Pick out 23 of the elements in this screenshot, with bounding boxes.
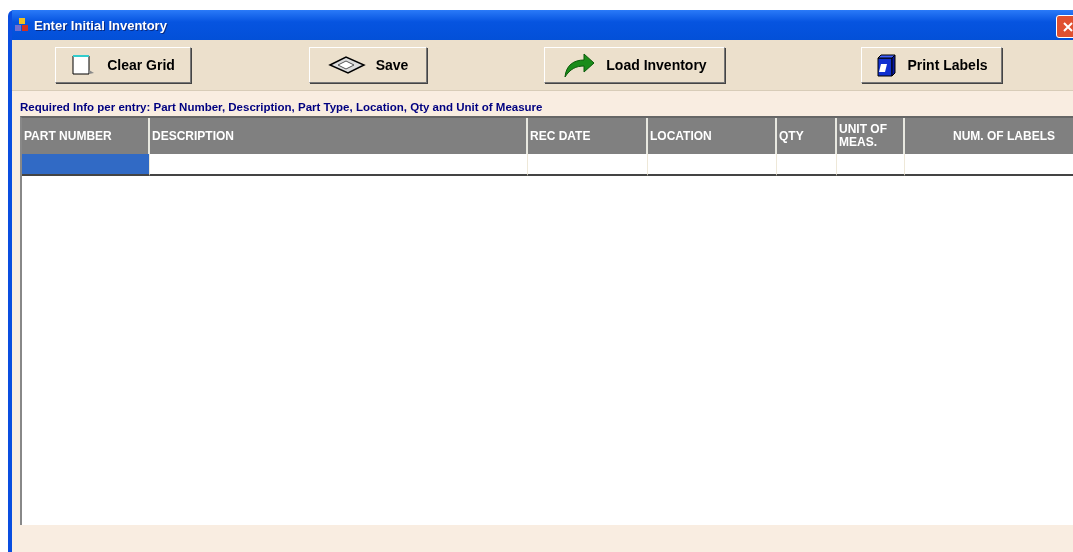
column-header[interactable]: DESCRIPTION [150,118,528,154]
close-button[interactable] [1056,15,1073,38]
grid-cell[interactable] [22,154,150,176]
close-icon [1060,19,1073,34]
curved-arrow-icon [562,51,597,79]
window-title: Enter Initial Inventory [34,17,167,33]
cubes-icon [14,17,30,33]
column-header[interactable]: LOCATION [648,118,777,154]
column-header[interactable]: NUM. OF LABELS [905,118,1073,154]
column-header[interactable]: REC DATE [528,118,648,154]
toolbar-button[interactable]: Clear Grid [55,47,191,83]
toolbar-button[interactable]: Load Inventory [544,47,725,83]
grid-cell[interactable] [837,154,905,176]
grid-cell[interactable] [528,154,648,176]
grid-cell[interactable] [777,154,837,176]
column-header[interactable]: QTY [777,118,837,154]
column-header[interactable]: UNIT OF MEAS. [837,118,905,154]
toolbar-button[interactable]: Save [309,47,427,83]
toolbar-button[interactable]: Print Labels [861,47,1002,83]
grid-cell[interactable] [648,154,777,176]
required-info-text: Required Info per entry: Part Number, Description, Part Type, Location, Qty and Unit of Measure [20,101,544,113]
grid-cell[interactable] [150,154,528,176]
printer-icon [875,52,898,78]
